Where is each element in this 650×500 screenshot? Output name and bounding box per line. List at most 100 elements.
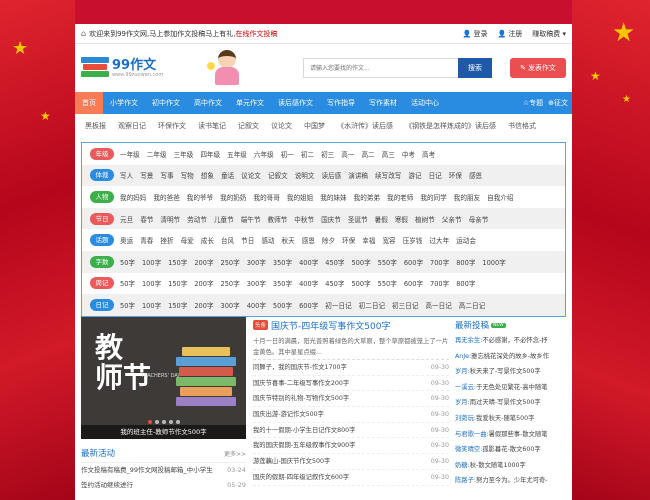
earn-fee-dropdown[interactable]: 赚取稿费 ▾: [532, 29, 566, 39]
category-link[interactable]: 暑假: [375, 214, 388, 224]
category-link[interactable]: 50字: [120, 300, 135, 310]
article-row[interactable]: 我的国庆假期-五年级叙事作文900字 09-30: [253, 438, 449, 455]
slide-dot[interactable]: [168, 420, 173, 424]
category-link[interactable]: 写景: [140, 170, 153, 180]
submission-row[interactable]: AnJe:雅忘桃花深处的故乡-故乡作: [455, 349, 566, 365]
category-link[interactable]: 春节: [140, 214, 153, 224]
category-link[interactable]: 600字: [404, 278, 423, 288]
category-link[interactable]: 挫折: [160, 235, 173, 245]
category-link[interactable]: 游记: [408, 170, 421, 180]
category-link[interactable]: 500字: [351, 278, 370, 288]
category-link[interactable]: 母亲节: [469, 214, 489, 224]
category-link[interactable]: 写物: [181, 170, 194, 180]
nav-item[interactable]: 单元作文: [229, 92, 271, 114]
category-link[interactable]: 我的姐姐: [287, 192, 313, 202]
category-link[interactable]: 感恩: [302, 235, 315, 245]
submission-row[interactable]: 刘菀玩:我爱秋天-随笔500字: [455, 411, 566, 427]
category-link[interactable]: 我的妹妹: [320, 192, 346, 202]
category-link[interactable]: 800字: [456, 278, 475, 288]
submission-row[interactable]: 微笑晴空:孤影暮花-散文600字: [455, 442, 566, 458]
category-link[interactable]: 高考: [422, 149, 435, 159]
category-link[interactable]: 700字: [430, 278, 449, 288]
category-link[interactable]: 350字: [273, 278, 292, 288]
category-link[interactable]: 400字: [247, 300, 266, 310]
nav-item[interactable]: 小学作文: [103, 92, 145, 114]
category-link[interactable]: 劳动节: [187, 214, 207, 224]
submission-row[interactable]: 岁月:秋天来了-写景作文500字: [455, 364, 566, 380]
home-icon[interactable]: ⌂: [81, 29, 86, 38]
category-link[interactable]: 中考: [402, 149, 415, 159]
search-button[interactable]: 搜索: [458, 58, 492, 78]
nav-item[interactable]: 写作指导: [320, 92, 362, 114]
category-link[interactable]: 演讲稿: [348, 170, 368, 180]
category-link[interactable]: 成长: [201, 235, 214, 245]
category-link[interactable]: 100字: [142, 300, 161, 310]
category-link[interactable]: 150字: [168, 278, 187, 288]
slide-dot[interactable]: [175, 420, 180, 424]
category-link[interactable]: 圣诞节: [348, 214, 368, 224]
article-row[interactable]: 国庆节特别的礼物-写物作文500字 09-30: [253, 391, 449, 408]
nav-right-item[interactable]: ☆专题: [523, 98, 543, 108]
category-link[interactable]: 我的朋友: [454, 192, 480, 202]
category-link[interactable]: 700字: [430, 257, 449, 267]
category-link[interactable]: 我的妈妈: [120, 192, 146, 202]
category-link[interactable]: 节日: [241, 235, 254, 245]
category-link[interactable]: 说明文: [295, 170, 315, 180]
nav-right-item[interactable]: ⊕征文: [548, 98, 568, 108]
category-link[interactable]: 初一日记: [325, 300, 351, 310]
category-link[interactable]: 五年级: [227, 149, 247, 159]
subnav-link[interactable]: 《水浒传》读后感: [337, 121, 393, 131]
subnav-link[interactable]: 《钢铁是怎样炼成的》读后感: [405, 121, 496, 131]
category-link[interactable]: 550字: [378, 278, 397, 288]
category-link[interactable]: 高一: [341, 149, 354, 159]
article-row[interactable]: 我的十一假期-小学生日记作文800字 09-30: [253, 423, 449, 439]
nav-item[interactable]: 高中作文: [187, 92, 229, 114]
category-link[interactable]: 800字: [456, 257, 475, 267]
category-link[interactable]: 续写改写: [375, 170, 401, 180]
category-link[interactable]: 我的同学: [420, 192, 446, 202]
publish-essay-button[interactable]: ✎ 发表作文: [510, 58, 566, 78]
category-link[interactable]: 高一日记: [425, 300, 451, 310]
subnav-link[interactable]: 中国梦: [304, 121, 325, 131]
category-link[interactable]: 250字: [221, 257, 240, 267]
category-link[interactable]: 200字: [194, 300, 213, 310]
category-link[interactable]: 150字: [168, 257, 187, 267]
category-link[interactable]: 350字: [273, 257, 292, 267]
activity-row[interactable]: 作文投稿有稿费_99作文网投稿邮箱_中小学生 03-24: [81, 463, 246, 478]
subnav-link[interactable]: 读书笔记: [198, 121, 226, 131]
category-link[interactable]: 我的弟弟: [354, 192, 380, 202]
category-link[interactable]: 550字: [378, 257, 397, 267]
category-link[interactable]: 450字: [325, 278, 344, 288]
category-link[interactable]: 400字: [299, 278, 318, 288]
category-link[interactable]: 环保: [449, 170, 462, 180]
category-link[interactable]: 记叙文: [268, 170, 288, 180]
category-link[interactable]: 高二日记: [459, 300, 485, 310]
category-link[interactable]: 日记: [429, 170, 442, 180]
category-link[interactable]: 250字: [221, 278, 240, 288]
category-link[interactable]: 400字: [299, 257, 318, 267]
category-link[interactable]: 读后感: [321, 170, 341, 180]
category-link[interactable]: 1000字: [482, 257, 505, 267]
submission-row[interactable]: 与君歌一曲:暑假那些事-散文随笔: [455, 427, 566, 443]
category-link[interactable]: 奥运: [120, 235, 133, 245]
category-link[interactable]: 初二日记: [359, 300, 385, 310]
slide-dot[interactable]: [147, 420, 152, 424]
featured-slide[interactable]: 教师节 TEACHERS' DAY 我的班主任-教师节作文500字: [81, 317, 246, 439]
category-link[interactable]: 儿童节: [214, 214, 234, 224]
category-link[interactable]: 200字: [194, 257, 213, 267]
category-link[interactable]: 初二: [301, 149, 314, 159]
category-link[interactable]: 300字: [221, 300, 240, 310]
nav-item[interactable]: 首页: [75, 92, 103, 114]
category-link[interactable]: 自我介绍: [487, 192, 513, 202]
category-link[interactable]: 四年级: [200, 149, 220, 159]
submission-row[interactable]: 岁月:雨过天晴-写景作文500字: [455, 395, 566, 411]
register-link[interactable]: 👤 注册: [498, 29, 523, 39]
submission-row[interactable]: 一溪云:于无色处见繁花-高中随笔: [455, 380, 566, 396]
category-link[interactable]: 150字: [168, 300, 187, 310]
category-link[interactable]: 300字: [247, 257, 266, 267]
subnav-link[interactable]: 观察日记: [118, 121, 146, 131]
category-link[interactable]: 一年级: [120, 149, 140, 159]
category-link[interactable]: 想象: [201, 170, 214, 180]
article-row[interactable]: 国庆节喜事-二年级写事作文200字 09-30: [253, 376, 449, 392]
category-link[interactable]: 清明节: [160, 214, 180, 224]
